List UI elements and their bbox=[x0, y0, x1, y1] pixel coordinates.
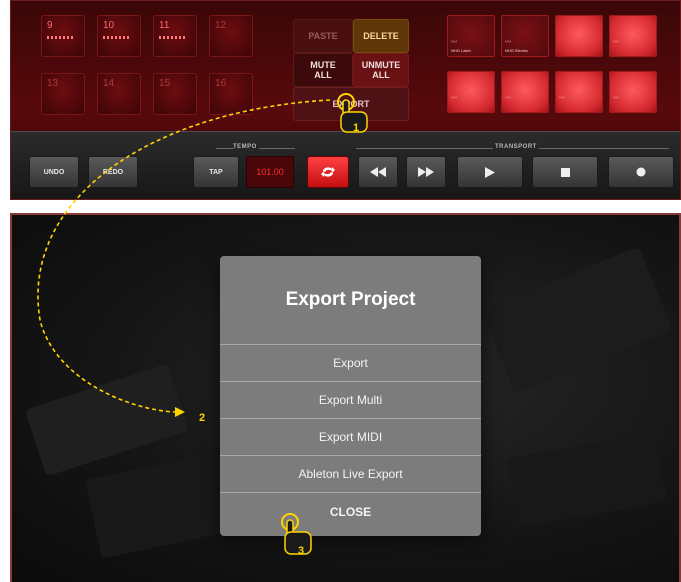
waveform-icon: 〰 bbox=[451, 96, 458, 102]
record-icon bbox=[636, 167, 646, 177]
background-shape bbox=[507, 432, 667, 528]
unmute-all-label-2: ALL bbox=[372, 70, 390, 80]
play-icon bbox=[485, 166, 495, 178]
sample-pad-8[interactable]: 〰 bbox=[609, 71, 657, 113]
pattern-pad-11[interactable]: 11 bbox=[153, 15, 197, 57]
record-button[interactable] bbox=[608, 156, 674, 188]
stop-icon bbox=[560, 167, 570, 177]
stop-button[interactable] bbox=[532, 156, 598, 188]
loop-button[interactable] bbox=[307, 156, 349, 188]
export-midi-option[interactable]: Export MIDI bbox=[220, 419, 481, 456]
pattern-pad-15[interactable]: 15 bbox=[153, 73, 197, 115]
sample-pad-label: NHG Latch bbox=[451, 48, 471, 53]
rewind-icon bbox=[370, 167, 386, 177]
pad-number: 12 bbox=[215, 20, 227, 31]
sample-pad-2[interactable]: 〰 NHG Electric bbox=[501, 15, 549, 57]
rewind-button[interactable] bbox=[358, 156, 398, 188]
export-multi-option[interactable]: Export Multi bbox=[220, 382, 481, 419]
background-shape bbox=[24, 363, 190, 477]
pad-number: 9 bbox=[47, 20, 53, 31]
export-button[interactable]: EXPORT bbox=[293, 87, 409, 121]
step-number-2: 2 bbox=[199, 412, 206, 424]
waveform-icon: 〰 bbox=[559, 96, 566, 102]
pad-content-indicator bbox=[159, 36, 185, 39]
pad-number: 16 bbox=[215, 78, 227, 89]
sample-pad-6[interactable]: 〰 bbox=[501, 71, 549, 113]
pad-content-indicator bbox=[47, 36, 73, 39]
pad-number: 10 bbox=[103, 20, 115, 31]
sample-pad-3[interactable] bbox=[555, 15, 603, 57]
ableton-live-export-option[interactable]: Ableton Live Export bbox=[220, 456, 481, 493]
fast-forward-button[interactable] bbox=[406, 156, 446, 188]
transport-divider-left bbox=[356, 148, 493, 149]
close-button[interactable]: CLOSE bbox=[220, 493, 481, 530]
pad-number: 13 bbox=[47, 78, 59, 89]
pad-number: 11 bbox=[159, 20, 170, 31]
pad-number: 15 bbox=[159, 78, 171, 89]
delete-button[interactable]: DELETE bbox=[353, 19, 409, 53]
export-option[interactable]: Export bbox=[220, 345, 481, 382]
tempo-divider-right bbox=[259, 148, 295, 149]
waveform-icon: 〰 bbox=[613, 40, 620, 46]
play-button[interactable] bbox=[457, 156, 523, 188]
waveform-icon: 〰 bbox=[451, 40, 458, 46]
unmute-all-label-1: UNMUTE bbox=[361, 60, 401, 70]
top-screen-panel: 9 10 11 12 13 14 15 16 PASTE DELETE MUTE… bbox=[10, 0, 681, 200]
waveform-icon: 〰 bbox=[505, 40, 512, 46]
tempo-value[interactable]: 101.00 bbox=[246, 156, 294, 188]
tap-tempo-button[interactable]: TAP bbox=[193, 156, 239, 188]
sample-pad-5[interactable]: 〰 bbox=[447, 71, 495, 113]
pattern-pad-10[interactable]: 10 bbox=[97, 15, 141, 57]
mute-all-label-2: ALL bbox=[314, 70, 332, 80]
pattern-pad-14[interactable]: 14 bbox=[97, 73, 141, 115]
pad-number: 14 bbox=[103, 78, 115, 89]
fast-forward-icon bbox=[418, 167, 434, 177]
sample-pad-label: NHG Electric bbox=[505, 48, 529, 53]
waveform-icon: 〰 bbox=[505, 96, 512, 102]
sample-pad-7[interactable]: 〰 bbox=[555, 71, 603, 113]
transport-bar: UNDO REDO TEMPO TAP 101.00 TRANSPORT bbox=[11, 131, 680, 199]
loop-icon bbox=[321, 167, 335, 177]
pattern-pad-13[interactable]: 13 bbox=[41, 73, 85, 115]
background-shape bbox=[481, 246, 673, 394]
unmute-all-button[interactable]: UNMUTE ALL bbox=[353, 53, 409, 87]
mute-all-label-1: MUTE bbox=[310, 60, 336, 70]
undo-button[interactable]: UNDO bbox=[29, 156, 79, 188]
transport-divider-right bbox=[539, 148, 669, 149]
redo-button[interactable]: REDO bbox=[88, 156, 138, 188]
waveform-icon: 〰 bbox=[613, 96, 620, 102]
pad-content-indicator bbox=[103, 36, 129, 39]
transport-heading: TRANSPORT bbox=[495, 144, 537, 150]
sample-pad-1[interactable]: 〰 NHG Latch bbox=[447, 15, 495, 57]
step-number-3: 3 bbox=[298, 545, 305, 557]
tempo-divider-left bbox=[216, 148, 234, 149]
dialog-title: Export Project bbox=[220, 256, 481, 345]
pattern-pad-9[interactable]: 9 bbox=[41, 15, 85, 57]
step-number-1: 1 bbox=[353, 122, 360, 134]
tempo-heading: TEMPO bbox=[233, 144, 257, 150]
pattern-pad-12[interactable]: 12 bbox=[209, 15, 253, 57]
mute-all-button[interactable]: MUTE ALL bbox=[293, 53, 353, 87]
paste-button[interactable]: PASTE bbox=[293, 19, 353, 53]
background-shape bbox=[85, 451, 239, 559]
pattern-pad-16[interactable]: 16 bbox=[209, 73, 253, 115]
sample-pad-4[interactable]: 〰 bbox=[609, 15, 657, 57]
export-project-dialog: Export Project Export Export Multi Expor… bbox=[220, 256, 481, 536]
